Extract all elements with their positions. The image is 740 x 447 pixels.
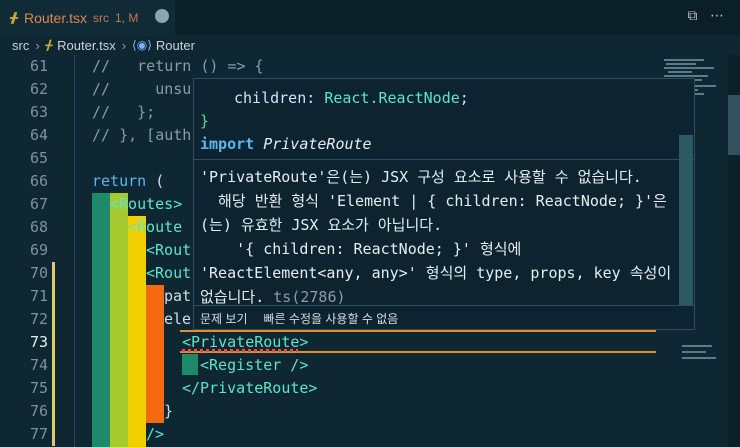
paren: ( [146, 172, 165, 190]
line-number: 75 [29, 379, 48, 397]
colon: : [306, 89, 325, 107]
chevron-right-icon: › [35, 37, 40, 53]
indent-guide [74, 55, 75, 447]
message-line: 해당 반환 형식 'Element | { children: ReactNod… [200, 192, 667, 210]
modified-dot-icon[interactable] [155, 9, 169, 23]
message-line: 'ReactElement<any, any>' 형식의 type, props… [200, 264, 672, 282]
breadcrumb: src › ᚋ Router.tsx › ⟨◉⟩ Router [0, 35, 740, 55]
error-squiggle [182, 349, 298, 352]
tab-dir: src [93, 10, 109, 25]
line-number: 68 [29, 218, 48, 236]
scrollbar-thumb[interactable] [728, 95, 740, 155]
code-line: pat [164, 287, 192, 305]
chevron-right-icon: › [121, 37, 127, 53]
line-number: 62 [29, 80, 48, 98]
keyword-return: return [92, 172, 147, 190]
code-line: } [164, 402, 174, 420]
code-line: <Register /> [200, 356, 309, 374]
import-name: PrivateRoute [263, 135, 372, 153]
error-code: ts(2786) [273, 288, 346, 306]
hover-tooltip: children: React.ReactNode; } import Priv… [193, 78, 695, 330]
indent-rainbow-5 [182, 354, 198, 375]
breadcrumb-symbol[interactable]: Router [156, 38, 195, 53]
message-line: 'PrivateRoute'은(는) JSX 구성 요소로 사용할 수 없습니다… [200, 168, 642, 186]
line-number: 61 [29, 57, 48, 75]
code-line: // }, [auth [92, 126, 192, 144]
tab-router-tsx[interactable]: ᚋ Router.tsx src 1, M [0, 0, 175, 35]
code-line: <Rout [146, 264, 192, 282]
line-number: 64 [29, 126, 48, 144]
line-number: 70 [29, 264, 48, 282]
line-number-active: 73 [29, 333, 48, 351]
code-line: /> [146, 425, 165, 443]
popup-divider [194, 159, 694, 160]
indent-rainbow-1 [92, 193, 110, 447]
tab-status: 1, M [115, 10, 139, 25]
popup-import-line: import PrivateRoute [200, 133, 372, 156]
semicolon: ; [459, 89, 469, 107]
message-line: 없습니다. [200, 288, 265, 306]
popup-code-line: children: React.ReactNode; [234, 87, 469, 110]
type-name: React.ReactNode [324, 89, 460, 107]
error-message: 'PrivateRoute'은(는) JSX 구성 요소로 사용할 수 없습니다… [200, 165, 671, 309]
tab-filename: Router.tsx [23, 9, 87, 26]
prop-name: children [234, 89, 307, 107]
line-number: 67 [29, 195, 48, 213]
indent-rainbow-4 [146, 285, 164, 423]
code-line: return ( [92, 170, 164, 193]
code-line: // }; [92, 103, 156, 121]
breadcrumb-file[interactable]: Router.tsx [57, 38, 116, 53]
message-line: '{ children: ReactNode; }' 형식에 [200, 240, 522, 258]
line-number: 71 [29, 287, 48, 305]
indent-rainbow-3 [128, 216, 146, 447]
code-line: <Routes> [110, 195, 183, 213]
git-modified-bar [52, 262, 55, 446]
symbol-variable-icon: ⟨◉⟩ [132, 38, 152, 52]
line-number: 77 [29, 425, 48, 443]
typescript-icon: ᚋ [45, 37, 53, 52]
line-number: 74 [29, 356, 48, 374]
code-line: // unsu [92, 80, 192, 98]
view-problem-link[interactable]: 문제 보기 [200, 310, 248, 327]
popup-code-brace: } [200, 112, 210, 130]
typescript-icon: ᚋ [10, 9, 18, 26]
code-line: </PrivateRoute> [182, 379, 318, 397]
line-number: 66 [29, 172, 48, 190]
import-keyword: import [200, 135, 255, 153]
code-line: // return () => { [92, 57, 264, 75]
line-number: 63 [29, 103, 48, 121]
popup-actions: 문제 보기 빠른 수정을 사용할 수 없음 [194, 305, 694, 329]
breadcrumb-folder[interactable]: src [12, 38, 29, 53]
code-line: <Route [128, 218, 183, 236]
code-line: ele [164, 310, 192, 328]
line-number: 69 [29, 241, 48, 259]
line-number: 76 [29, 402, 48, 420]
indent-rainbow-2 [110, 193, 128, 447]
quick-fix-link[interactable]: 빠른 수정을 사용할 수 없음 [264, 310, 399, 327]
message-line: (는) 유효한 JSX 요소가 아닙니다. [200, 216, 443, 234]
popup-scrollbar[interactable] [679, 135, 693, 305]
line-number: 72 [29, 310, 48, 328]
line-number: 65 [29, 149, 48, 167]
code-line: <Rout [146, 241, 192, 259]
editor-actions[interactable]: ⧉ ⋯ [688, 8, 728, 24]
tab-bar: ᚋ Router.tsx src 1, M ⧉ ⋯ [0, 0, 740, 35]
